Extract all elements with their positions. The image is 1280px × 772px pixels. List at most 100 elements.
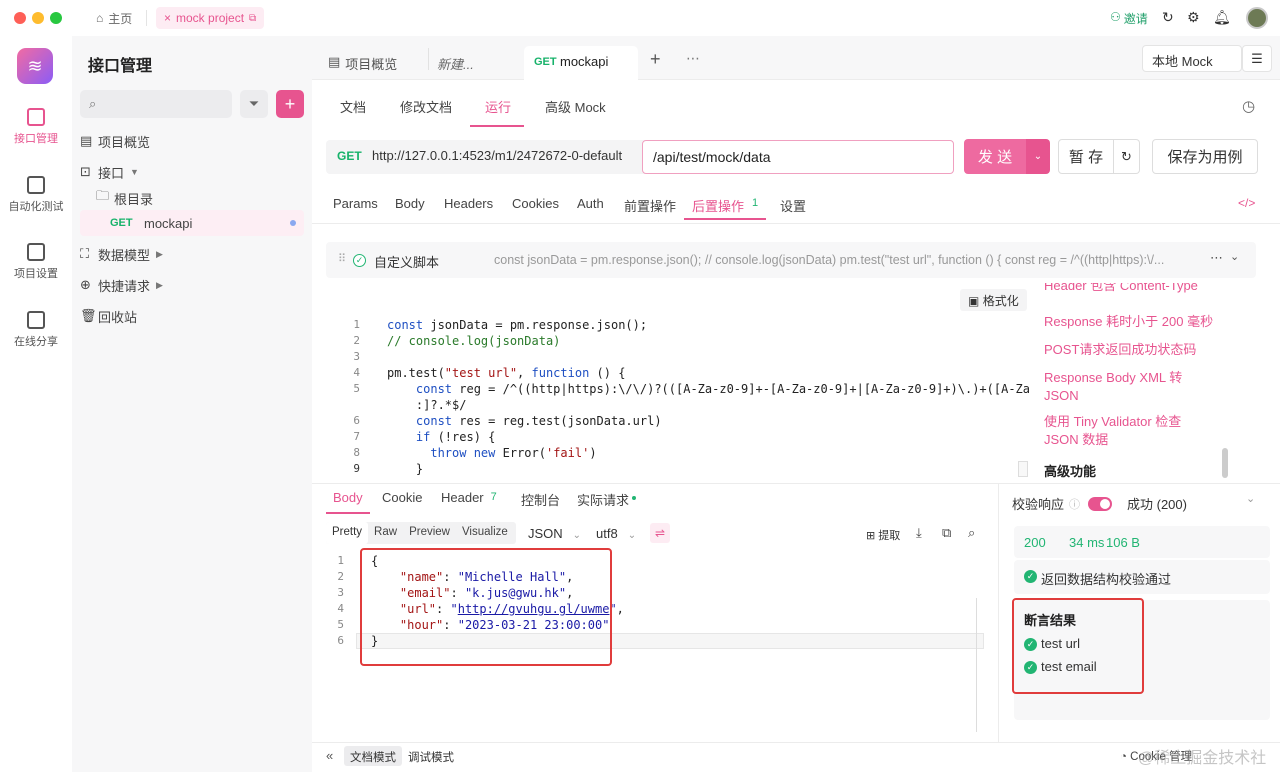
validate-toggle[interactable] — [1088, 496, 1113, 511]
folder-icon: 🗀︎ — [96, 188, 110, 203]
tree-item-root[interactable]: 🗀︎ 根目录 — [96, 185, 320, 211]
close-tab-icon[interactable]: × — [164, 11, 171, 25]
line-number: 6 — [353, 414, 360, 427]
search-input[interactable] — [106, 94, 226, 114]
external-link-icon[interactable]: ⧉ — [249, 13, 256, 24]
view-mode-pretty[interactable]: Pretty — [326, 522, 369, 544]
format-select[interactable]: JSON ⌄ — [528, 526, 581, 541]
project-tab[interactable]: × mock project ⧉ — [156, 7, 265, 29]
tab-params[interactable]: Params — [333, 196, 378, 211]
tab-cookies[interactable]: Cookies — [512, 196, 559, 211]
save-button[interactable]: 暂 存 — [1058, 139, 1114, 174]
home-tab[interactable]: ⌂ 主页 — [88, 7, 140, 29]
tab-headers[interactable]: Headers — [444, 196, 493, 211]
validate-status-select[interactable]: 成功 (200) — [1127, 494, 1187, 513]
response-tab-console[interactable]: 控制台 — [521, 490, 560, 509]
sync-icon[interactable]: ↻ — [1162, 9, 1174, 26]
line-number: 2 — [353, 334, 360, 347]
rail-item-project-settings[interactable]: 项目设置 — [0, 243, 72, 281]
tree-item-trash[interactable]: 🗑︎ 回收站 — [80, 303, 304, 329]
tree-item-label: mockapi — [144, 215, 193, 231]
drag-handle-icon[interactable]: ⠿ — [338, 252, 346, 265]
reset-button[interactable]: ↻ — [1114, 139, 1140, 174]
download-icon[interactable]: ⤓ — [916, 525, 922, 541]
encoding-select[interactable]: utf8 ⌄ — [596, 526, 636, 541]
view-mode-preview[interactable]: Preview — [403, 522, 456, 544]
add-button[interactable]: + — [276, 90, 304, 118]
tab-post-processors[interactable]: 后置操作 1 — [692, 196, 758, 215]
rail-item-online-share[interactable]: 在线分享 — [0, 311, 72, 349]
tab-new[interactable]: 新建... — [437, 54, 474, 73]
minimize-window-button[interactable] — [32, 12, 44, 24]
path-input[interactable]: /api/test/mock/data — [642, 140, 954, 174]
subtab-advanced-mock[interactable]: 高级 Mock — [545, 97, 606, 116]
tree-item-overview[interactable]: ▤ 项目概览 — [80, 128, 304, 154]
snippet-section-title: 高级功能 — [1044, 464, 1097, 479]
snippet-item[interactable]: POST请求返回成功状态码 — [1044, 341, 1196, 359]
view-mode-raw[interactable]: Raw — [368, 522, 403, 544]
snippet-scrollbar[interactable] — [1222, 448, 1228, 478]
rail-item-api-management[interactable]: 接口管理 — [0, 108, 72, 146]
tree-item-models[interactable]: ⛶ 数据模型 ▶ — [80, 241, 304, 267]
scrollbar[interactable] — [1018, 461, 1028, 477]
subtab-edit-docs[interactable]: 修改文档 — [400, 97, 452, 116]
chevron-down-icon[interactable]: ⌄ — [1246, 492, 1255, 505]
collapse-icon[interactable]: « — [326, 748, 333, 763]
tab-body[interactable]: Body — [395, 196, 425, 211]
add-tab-button[interactable]: + — [650, 49, 661, 70]
subtab-docs[interactable]: 文档 — [340, 97, 366, 116]
copy-icon[interactable]: ⧉ — [942, 525, 951, 541]
doc-mode-button[interactable]: 文档模式 — [344, 746, 402, 766]
search-icon[interactable]: ⌕ — [968, 525, 975, 541]
more-tabs-button[interactable]: ⋯ — [686, 50, 700, 67]
save-as-case-button[interactable]: 保存为用例 — [1152, 139, 1258, 174]
snippet-item[interactable]: 使用 Tiny Validator 检查 JSON 数据 — [1044, 413, 1194, 449]
search-box[interactable]: ⌕ — [80, 90, 232, 118]
enabled-check-icon[interactable]: ✓ — [353, 254, 366, 267]
method-select[interactable]: GET — [337, 149, 362, 163]
response-tab-actual-request[interactable]: 实际请求 — [577, 490, 637, 509]
snippet-item[interactable]: Response Body XML 转 JSON — [1044, 369, 1194, 405]
zoom-window-button[interactable] — [50, 12, 62, 24]
tab-auth[interactable]: Auth — [577, 196, 604, 211]
main-panel: ▤ 项目概览 新建... GET mockapi + ⋯ 本地 Mock ☰ 文… — [312, 36, 1280, 772]
code-icon[interactable]: </> — [1238, 196, 1255, 210]
bell-icon[interactable]: 🔔︎ — [1213, 9, 1231, 26]
tab-overview[interactable]: ▤ 项目概览 — [328, 54, 397, 73]
filter-button[interactable]: ⏷ — [240, 90, 268, 118]
response-body-viewer[interactable]: 1 2 3 4 5 6 { "name": "Michelle Hall", "… — [326, 548, 986, 732]
tree-item-mockapi[interactable]: GET mockapi — [80, 210, 304, 236]
view-mode-visualize[interactable]: Visualize — [456, 522, 514, 544]
more-icon[interactable]: ⋯ — [1210, 250, 1223, 266]
help-icon[interactable]: ⓘ — [1069, 496, 1080, 512]
close-window-button[interactable] — [14, 12, 26, 24]
send-dropdown-button[interactable]: ⌄ — [1026, 139, 1050, 174]
tree-item-interfaces[interactable]: ⊡ 接口 ▼ — [80, 159, 304, 185]
history-icon[interactable]: ◷ — [1242, 97, 1255, 115]
subtab-run[interactable]: 运行 — [485, 97, 511, 116]
avatar[interactable] — [1246, 7, 1268, 29]
extract-button[interactable]: ⊞ 提取 — [866, 527, 900, 543]
chevron-down-icon[interactable]: ⌄ — [1230, 250, 1239, 263]
tab-settings[interactable]: 设置 — [780, 196, 806, 215]
snippet-item[interactable]: Response 耗时小于 200 毫秒 — [1044, 313, 1213, 331]
response-tab-cookie[interactable]: Cookie — [382, 490, 422, 505]
debug-mode-button[interactable]: 调试模式 — [406, 746, 456, 766]
response-scrollbar[interactable] — [976, 598, 986, 732]
snippet-item[interactable]: Header 包含 Content-Type — [1044, 283, 1198, 295]
tree-item-quick-requests[interactable]: ⊕ 快捷请求 ▶ — [80, 272, 304, 298]
environment-select[interactable]: 本地 Mock — [1142, 45, 1242, 72]
rail-item-automation[interactable]: 自动化测试 — [0, 176, 72, 214]
script-editor[interactable]: ▣ 格式化 1 2 3 4 5 6 7 8 9 const jsonData =… — [342, 283, 1030, 483]
format-button[interactable]: ▣ 格式化 — [960, 289, 1027, 311]
invite-button[interactable]: ⚇ 邀请 — [1110, 10, 1148, 27]
gear-icon[interactable]: ⚙ — [1187, 9, 1200, 26]
response-tab-body[interactable]: Body — [333, 490, 363, 505]
tab-mockapi[interactable]: GET mockapi — [524, 46, 638, 81]
wrap-toggle-icon[interactable]: ⇌ — [650, 523, 670, 543]
response-tab-header[interactable]: Header 7 — [441, 490, 497, 505]
send-button[interactable]: 发 送 — [964, 139, 1026, 174]
line-number: 1 — [337, 554, 344, 567]
menu-button[interactable]: ☰ — [1242, 45, 1272, 72]
tab-pre-processors[interactable]: 前置操作 — [624, 196, 676, 215]
